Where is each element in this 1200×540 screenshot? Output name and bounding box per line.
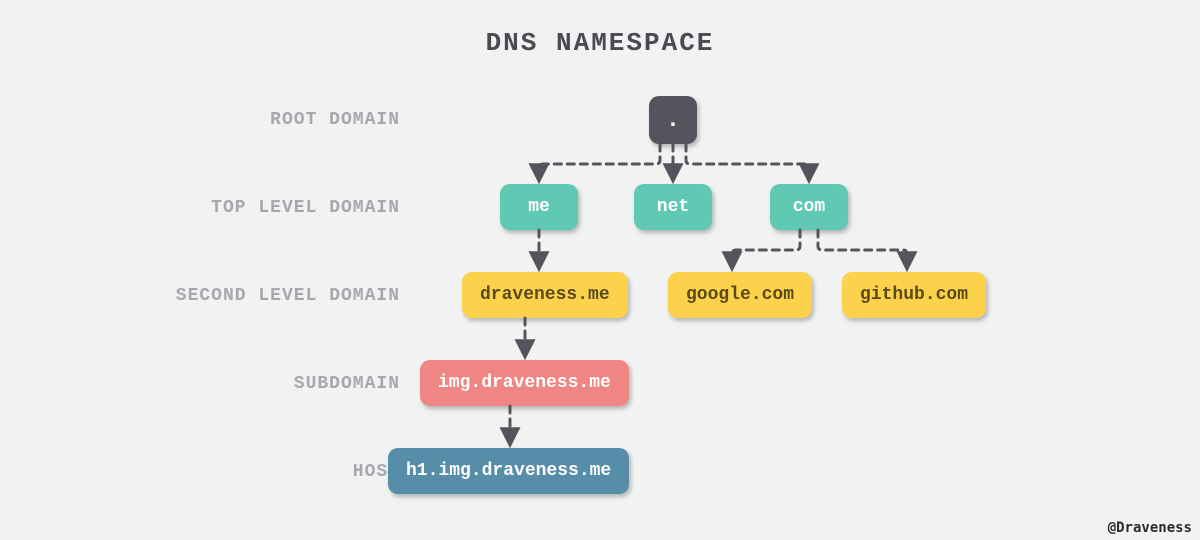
level-label-tld: TOP LEVEL DOMAIN: [150, 198, 400, 218]
node-root: .: [649, 96, 697, 144]
node-tld-net: net: [634, 184, 712, 230]
credit: @Draveness: [1108, 520, 1192, 536]
level-label-sld: SECOND LEVEL DOMAIN: [150, 286, 400, 306]
diagram-title: DNS NAMESPACE: [0, 28, 1200, 58]
level-label-root: ROOT DOMAIN: [150, 110, 400, 130]
node-tld-me: me: [500, 184, 578, 230]
node-host-h1: h1.img.draveness.me: [388, 448, 629, 494]
node-sld-google: google.com: [668, 272, 812, 318]
level-label-subdomain: SUBDOMAIN: [150, 374, 400, 394]
node-sld-github: github.com: [842, 272, 986, 318]
node-tld-com: com: [770, 184, 848, 230]
level-label-host: HOST: [150, 462, 400, 482]
node-subdomain-img: img.draveness.me: [420, 360, 629, 406]
node-sld-draveness: draveness.me: [462, 272, 628, 318]
